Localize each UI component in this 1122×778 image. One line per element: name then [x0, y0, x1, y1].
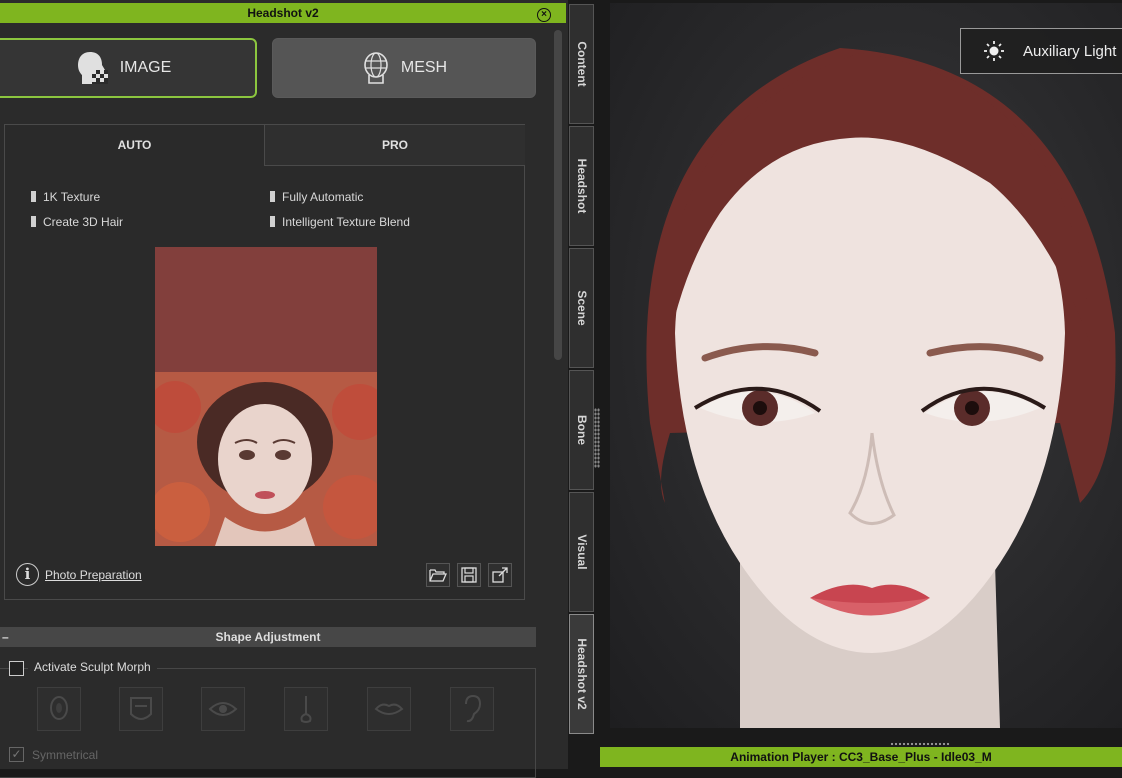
symmetrical-checkbox[interactable]: ✓	[9, 747, 24, 762]
head-model-render	[646, 48, 1116, 728]
head-icon	[50, 696, 68, 720]
save-icon	[461, 567, 477, 583]
side-tab-headshot-label: Headshot	[574, 158, 589, 214]
shape-adjustment-title: Shape Adjustment	[215, 630, 321, 644]
feature-fully-automatic: Fully Automatic	[269, 190, 364, 204]
3d-viewport[interactable]: Auxiliary Light	[610, 3, 1122, 728]
shape-adjustment-header[interactable]: – Shape Adjustment	[0, 627, 536, 647]
symmetrical-label: Symmetrical	[32, 748, 99, 762]
photo-preparation-link[interactable]: Photo Preparation	[45, 568, 142, 582]
morph-lips-button[interactable]	[367, 687, 411, 731]
side-tab-content-label: Content	[574, 41, 589, 87]
mesh-mode-label: MESH	[400, 59, 448, 76]
image-mode-button[interactable]: IMAGE	[0, 38, 257, 98]
panel-title-bar: Headshot v2 ×	[0, 3, 566, 23]
mesh-head-icon	[364, 52, 388, 84]
side-tab-headshot-v2[interactable]: Headshot v2	[569, 614, 594, 734]
export-button[interactable]	[488, 563, 512, 587]
panel-resize-grip[interactable]	[594, 408, 600, 468]
tab-auto[interactable]: AUTO	[5, 125, 265, 166]
animation-player-bar[interactable]: Animation Player : CC3_Base_Plus - Idle0…	[600, 747, 1122, 767]
morph-nose-button[interactable]	[284, 687, 328, 731]
side-tab-headshot-v2-label: Headshot v2	[574, 638, 589, 710]
side-tab-bone[interactable]: Bone	[569, 370, 594, 490]
feature-1k-texture: 1K Texture	[30, 190, 101, 204]
panel-scrollbar-thumb[interactable]	[554, 30, 562, 360]
image-mode-label: IMAGE	[119, 59, 172, 76]
side-tab-visual-label: Visual	[574, 534, 589, 570]
morph-head-button[interactable]	[37, 687, 81, 731]
auxiliary-light-label: Auxiliary Light	[1023, 42, 1117, 60]
source-photo	[155, 247, 377, 546]
mesh-mode-button[interactable]: MESH	[272, 38, 536, 98]
nose-icon	[300, 696, 312, 723]
lips-icon	[374, 703, 404, 715]
close-icon[interactable]: ×	[537, 8, 551, 22]
side-tab-content[interactable]: Content	[569, 4, 594, 124]
auto-pro-tab-area: AUTO PRO 1K Texture Fully Automatic Crea…	[4, 124, 525, 600]
feature-create-3d-hair: Create 3D Hair	[30, 215, 124, 229]
ear-icon	[465, 694, 482, 723]
morph-eye-button[interactable]	[201, 687, 245, 731]
save-button[interactable]	[457, 563, 481, 587]
feature-texture-blend: Intelligent Texture Blend	[270, 215, 410, 229]
open-folder-icon	[429, 569, 447, 582]
image-head-icon	[77, 52, 108, 84]
headshot-panel: Headshot v2 × IMAGE MESH AUTO PRO 1K Tex…	[0, 0, 568, 778]
side-tab-visual[interactable]: Visual	[569, 492, 594, 612]
activate-sculpt-checkbox[interactable]	[9, 661, 24, 676]
export-icon	[492, 567, 508, 583]
light-sun-icon	[984, 41, 1004, 61]
auxiliary-light-button[interactable]: Auxiliary Light	[960, 28, 1122, 74]
activate-sculpt-label: Activate Sculpt Morph	[28, 660, 157, 674]
morph-ear-button[interactable]	[450, 687, 494, 731]
face-icon	[130, 697, 152, 720]
collapse-icon[interactable]: –	[2, 627, 9, 647]
side-tab-scene-label: Scene	[574, 290, 589, 326]
open-folder-button[interactable]	[426, 563, 450, 587]
eye-icon	[208, 702, 238, 716]
panel-title: Headshot v2	[247, 6, 319, 20]
side-tab-headshot[interactable]: Headshot	[569, 126, 594, 246]
morph-face-button[interactable]	[119, 687, 163, 731]
side-tab-scene[interactable]: Scene	[569, 248, 594, 368]
side-tab-bone-label: Bone	[574, 415, 589, 445]
animation-player-grip[interactable]	[890, 742, 950, 746]
tab-pro[interactable]: PRO	[265, 125, 525, 166]
info-icon[interactable]: i	[16, 563, 39, 586]
